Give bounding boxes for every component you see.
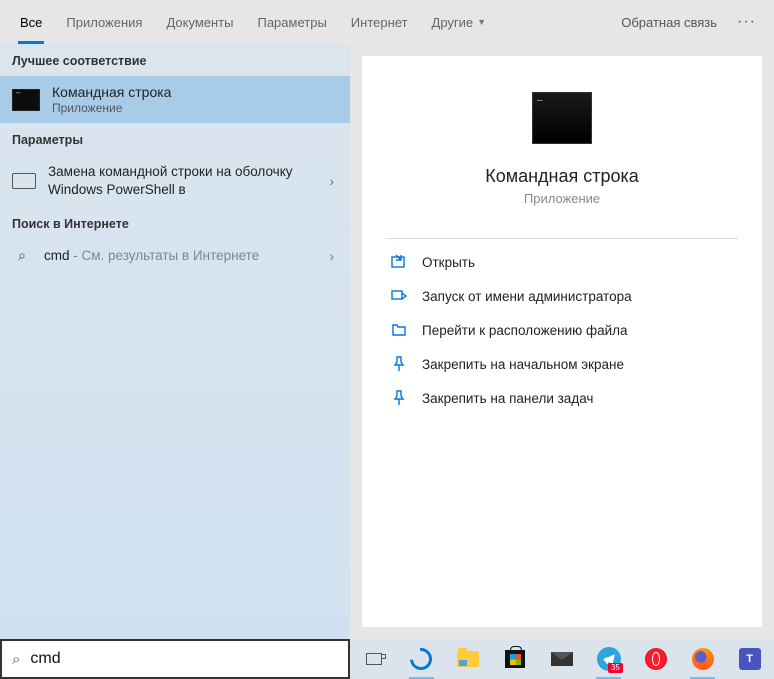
action-label: Перейти к расположению файла	[422, 323, 628, 338]
chevron-right-icon: ›	[329, 173, 334, 189]
action-pin-to-start[interactable]: Закрепить на начальном экране	[386, 347, 738, 381]
pin-icon	[390, 390, 408, 406]
preview-pane: Командная строка Приложение Открыть Запу…	[362, 56, 762, 627]
settings-icon	[12, 173, 36, 189]
result-subtitle: Приложение	[52, 101, 171, 115]
search-icon: ⌕	[12, 247, 32, 264]
tab-apps[interactable]: Приложения	[54, 0, 154, 44]
preview-header: Командная строка Приложение	[386, 76, 738, 230]
taskbar-telegram[interactable]: 35	[590, 639, 627, 679]
results-pane: Лучшее соответствие Командная строка При…	[0, 44, 350, 639]
telegram-icon: 35	[597, 647, 621, 671]
best-match-header: Лучшее соответствие	[0, 44, 350, 76]
tab-settings[interactable]: Параметры	[245, 0, 338, 44]
folder-icon	[457, 651, 479, 667]
tab-internet[interactable]: Интернет	[339, 0, 420, 44]
edge-icon	[406, 644, 437, 675]
open-icon	[390, 254, 408, 270]
result-text: Командная строка Приложение	[52, 84, 171, 115]
taskbar: 35	[350, 639, 774, 679]
tab-all[interactable]: Все	[8, 0, 54, 44]
badge: 35	[608, 663, 623, 673]
chevron-right-icon: ›	[329, 248, 334, 264]
pin-icon	[390, 356, 408, 372]
action-label: Открыть	[422, 255, 475, 270]
result-title: cmd - См. результаты в Интернете	[44, 248, 259, 263]
taskbar-explorer[interactable]	[450, 639, 487, 679]
preview-subtitle: Приложение	[524, 191, 600, 206]
teams-icon	[739, 648, 761, 670]
cmd-icon	[12, 89, 40, 111]
search-tabs: Все Приложения Документы Параметры Интер…	[0, 0, 774, 44]
action-open[interactable]: Открыть	[386, 245, 738, 279]
taskbar-firefox[interactable]	[684, 639, 721, 679]
action-run-as-admin[interactable]: Запуск от имени администратора	[386, 279, 738, 313]
taskbar-mail[interactable]	[544, 639, 581, 679]
result-command-prompt[interactable]: Командная строка Приложение	[0, 76, 350, 123]
mail-icon	[551, 652, 573, 666]
search-input[interactable]	[30, 650, 338, 668]
feedback-link[interactable]: Обратная связь	[611, 15, 727, 30]
result-title: Замена командной строки на оболочку Wind…	[48, 163, 338, 199]
result-web-cmd[interactable]: ⌕ cmd - См. результаты в Интернете ›	[0, 239, 350, 272]
result-text: cmd - См. результаты в Интернете	[44, 248, 259, 263]
tab-other[interactable]: Другие▼	[420, 0, 499, 44]
action-label: Закрепить на панели задач	[422, 391, 593, 406]
search-box[interactable]: ⌕	[0, 639, 350, 679]
action-pin-to-taskbar[interactable]: Закрепить на панели задач	[386, 381, 738, 415]
main-area: Лучшее соответствие Командная строка При…	[0, 44, 774, 639]
settings-header: Параметры	[0, 123, 350, 155]
action-label: Запуск от имени администратора	[422, 289, 632, 304]
task-view-icon	[366, 653, 382, 665]
task-view-button[interactable]	[356, 639, 393, 679]
preview-title: Командная строка	[485, 166, 639, 187]
admin-icon	[390, 288, 408, 304]
divider	[386, 238, 738, 239]
action-open-file-location[interactable]: Перейти к расположению файла	[386, 313, 738, 347]
result-replace-cmd-powershell[interactable]: Замена командной строки на оболочку Wind…	[0, 155, 350, 207]
taskbar-store[interactable]	[497, 639, 534, 679]
search-icon: ⌕	[12, 651, 20, 668]
taskbar-teams[interactable]	[731, 639, 768, 679]
folder-icon	[390, 322, 408, 338]
preview-pane-wrap: Командная строка Приложение Открыть Запу…	[350, 44, 774, 639]
more-icon[interactable]: ···	[727, 13, 766, 31]
result-text: Замена командной строки на оболочку Wind…	[48, 163, 338, 199]
taskbar-opera[interactable]	[637, 639, 674, 679]
action-label: Закрепить на начальном экране	[422, 357, 624, 372]
cmd-icon-large	[532, 92, 592, 144]
opera-icon	[645, 648, 667, 670]
chevron-down-icon: ▼	[477, 17, 486, 27]
web-search-header: Поиск в Интернете	[0, 207, 350, 239]
result-title: Командная строка	[52, 84, 171, 100]
firefox-icon	[692, 648, 714, 670]
store-icon	[505, 650, 525, 668]
tab-documents[interactable]: Документы	[154, 0, 245, 44]
taskbar-edge[interactable]	[403, 639, 440, 679]
